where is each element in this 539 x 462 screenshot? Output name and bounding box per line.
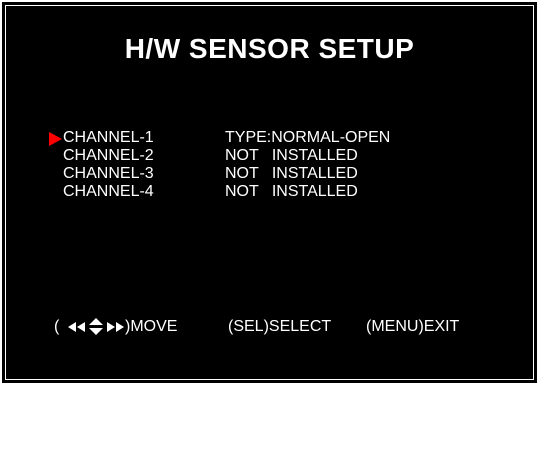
channel-status[interactable]: NOT INSTALLED	[225, 166, 358, 182]
sensor-setup-screen: H/W SENSOR SETUP CHANNEL-1 TYPE:NORMAL-O…	[0, 0, 539, 385]
channel-name: CHANNEL-4	[63, 183, 154, 200]
exit-hint: (MENU)EXIT	[366, 318, 460, 335]
arrow-left-icon	[77, 322, 85, 332]
channel-status[interactable]: NOT INSTALLED	[225, 148, 358, 164]
select-hint: (SEL)SELECT	[228, 318, 332, 335]
key-help-bar: ( )MOVE (SEL)SELECT (MENU)EXIT	[54, 318, 459, 336]
arrow-right-icon	[116, 322, 124, 332]
channel-status[interactable]: NOT INSTALLED	[225, 184, 358, 200]
channel-row-4[interactable]: CHANNEL-4 NOT INSTALLED	[2, 184, 537, 200]
channel-name: CHANNEL-3	[63, 165, 154, 182]
arrow-left-icon	[68, 322, 76, 332]
arrow-up-icon	[89, 318, 103, 325]
selection-arrow-icon	[49, 132, 62, 146]
channel-status[interactable]: TYPE:NORMAL-OPEN	[225, 130, 390, 146]
channel-row-3[interactable]: CHANNEL-3 NOT INSTALLED	[2, 166, 537, 182]
channel-row-1[interactable]: CHANNEL-1 TYPE:NORMAL-OPEN	[2, 130, 537, 146]
arrow-down-icon	[89, 328, 103, 335]
arrow-right-icon	[107, 322, 115, 332]
move-open-paren: (	[54, 318, 60, 335]
channel-name: CHANNEL-2	[63, 147, 154, 164]
page-title: H/W SENSOR SETUP	[124, 33, 415, 64]
channel-name: CHANNEL-1	[63, 129, 154, 146]
channel-row-2[interactable]: CHANNEL-2 NOT INSTALLED	[2, 148, 537, 164]
move-hint: )MOVE	[125, 318, 178, 335]
